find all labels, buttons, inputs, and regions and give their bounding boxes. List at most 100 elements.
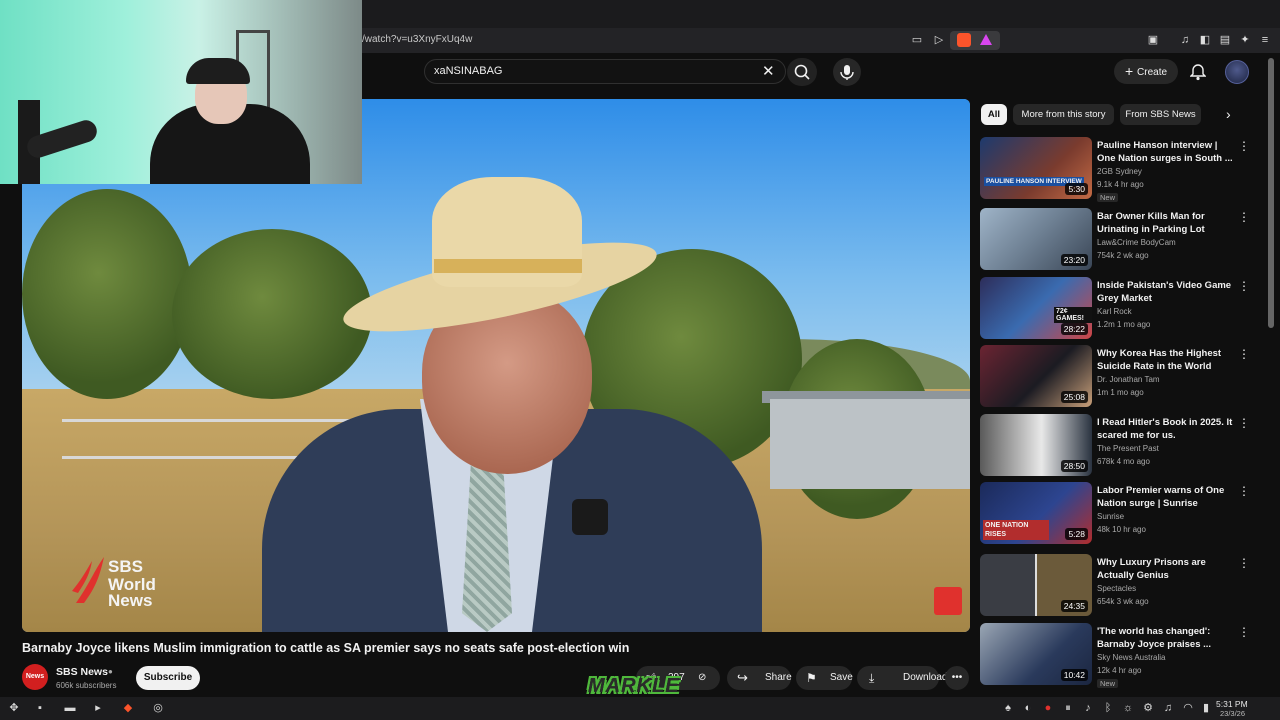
- sbs-logo-icon: [72, 557, 104, 603]
- recommendation-channel[interactable]: Karl Rock: [1097, 307, 1132, 316]
- recommendation-item[interactable]: 10:42 'The world has changed': Barnaby J…: [980, 623, 1265, 689]
- tray-wifi-icon[interactable]: ◠: [1180, 700, 1196, 716]
- video-thumbnail[interactable]: 25:08: [980, 345, 1092, 407]
- more-options-icon[interactable]: ⋮: [1238, 139, 1250, 153]
- tray-bluetooth-icon[interactable]: ᛒ: [1100, 700, 1116, 716]
- voice-search-button[interactable]: [833, 58, 861, 86]
- chip-more-from-story[interactable]: More from this story: [1013, 104, 1114, 125]
- video-thumbnail[interactable]: PAULINE HANSON INTERVIEW 5:30: [980, 137, 1092, 199]
- tray-settings-icon[interactable]: ⚙: [1140, 700, 1156, 716]
- video-duration: 25:08: [1060, 391, 1088, 403]
- more-options-icon[interactable]: ⋮: [1238, 210, 1250, 224]
- notifications-button[interactable]: [1189, 63, 1207, 86]
- recommendation-channel[interactable]: Law&Crime BodyCam: [1097, 238, 1176, 247]
- tray-steam-icon[interactable]: ◐: [1020, 700, 1036, 716]
- video-thumbnail[interactable]: 10:42: [980, 623, 1092, 685]
- verified-icon: ●: [108, 667, 113, 676]
- tray-record-icon[interactable]: ●: [1040, 700, 1056, 716]
- create-label: Create: [1137, 67, 1168, 78]
- launcher-icon[interactable]: ✥: [6, 700, 22, 716]
- channel-avatar[interactable]: News: [22, 664, 48, 690]
- lapel-microphone: [572, 499, 608, 535]
- video-thumbnail[interactable]: ONE NATION RISES 5:28: [980, 482, 1092, 544]
- play-icon[interactable]: ▷: [932, 33, 946, 47]
- video-thumbnail[interactable]: 24:35: [980, 554, 1092, 616]
- brave-rewards-icon[interactable]: [980, 34, 992, 45]
- bell-icon: [1189, 64, 1207, 81]
- video-thumbnail[interactable]: 23:20: [980, 208, 1092, 270]
- thumbs-down-icon[interactable]: ⊘: [698, 666, 706, 690]
- recommendation-channel[interactable]: Dr. Jonathan Tam: [1097, 375, 1160, 384]
- video-thumbnail[interactable]: 72¢ GAMES! 28:22: [980, 277, 1092, 339]
- tray-battery-icon[interactable]: ▮: [1198, 700, 1214, 716]
- wallet-icon[interactable]: ▤: [1218, 33, 1232, 47]
- brave-shield-icon[interactable]: [957, 33, 971, 47]
- subscribe-button[interactable]: Subscribe: [136, 666, 200, 690]
- video-duration: 28:22: [1060, 323, 1088, 335]
- recommendation-item[interactable]: 23:20 Bar Owner Kills Man for Urinating …: [980, 208, 1265, 274]
- create-button[interactable]: + Create: [1114, 59, 1178, 84]
- tray-app-icon[interactable]: ♠: [1000, 700, 1016, 716]
- tray-speaker-icon[interactable]: ♫: [1160, 700, 1176, 716]
- recommendation-item[interactable]: 24:35 Why Luxury Prisons are Actually Ge…: [980, 554, 1265, 620]
- cast-icon[interactable]: ▭: [910, 33, 924, 47]
- clear-search-icon[interactable]: ✕: [762, 62, 775, 80]
- recommendation-title[interactable]: Pauline Hanson interview | One Nation su…: [1097, 139, 1235, 165]
- obs-icon[interactable]: ◎: [150, 700, 166, 716]
- more-options-icon[interactable]: ⋮: [1238, 484, 1250, 498]
- tray-brightness-icon[interactable]: ☼: [1120, 700, 1136, 716]
- video-frame-tree: [22, 189, 192, 399]
- recommendation-title[interactable]: Bar Owner Kills Man for Urinating in Par…: [1097, 210, 1235, 236]
- leo-ai-icon[interactable]: ✦: [1238, 33, 1252, 47]
- recommendation-item[interactable]: 28:50 I Read Hitler's Book in 2025. It s…: [980, 414, 1265, 480]
- share-button[interactable]: ↪ Share: [727, 666, 792, 690]
- more-options-icon[interactable]: ⋮: [1238, 279, 1250, 293]
- save-button[interactable]: ⚑ Save: [796, 666, 853, 690]
- more-actions-button[interactable]: •••: [945, 666, 969, 690]
- more-options-icon[interactable]: ⋮: [1238, 625, 1250, 639]
- page-scrollbar[interactable]: [1268, 58, 1274, 328]
- terminal-icon[interactable]: ▬: [62, 700, 78, 716]
- recommendation-item[interactable]: 72¢ GAMES! 28:22 Inside Pakistan's Video…: [980, 277, 1265, 343]
- recommendation-channel[interactable]: Sunrise: [1097, 512, 1124, 521]
- download-button[interactable]: ⤓ Download: [857, 666, 947, 690]
- tray-pause-icon[interactable]: ⏸: [1060, 700, 1076, 716]
- recommendation-channel[interactable]: Sky News Australia: [1097, 653, 1165, 662]
- search-query[interactable]: xaNSINABAG: [434, 65, 502, 77]
- video-thumbnail[interactable]: 28:50: [980, 414, 1092, 476]
- search-button[interactable]: [787, 58, 817, 86]
- recommendation-channel[interactable]: 2GB Sydney: [1097, 167, 1142, 176]
- channel-name[interactable]: SBS News: [56, 666, 108, 678]
- tray-clock-time[interactable]: 5:31 PM: [1216, 699, 1248, 709]
- chip-from-sbs-news[interactable]: From SBS News: [1120, 104, 1201, 125]
- recommendation-item[interactable]: PAULINE HANSON INTERVIEW 5:30 Pauline Ha…: [980, 137, 1265, 203]
- recommendation-title[interactable]: Labor Premier warns of One Nation surge …: [1097, 484, 1235, 510]
- workspace-icon[interactable]: ▪: [32, 700, 48, 716]
- recommendation-title[interactable]: Why Korea Has the Highest Suicide Rate i…: [1097, 347, 1235, 373]
- recommendation-title[interactable]: I Read Hitler's Book in 2025. It scared …: [1097, 416, 1235, 442]
- recommendation-item[interactable]: ONE NATION RISES 5:28 Labor Premier warn…: [980, 482, 1265, 548]
- brave-browser-icon[interactable]: ◆: [120, 700, 136, 716]
- account-avatar[interactable]: [1225, 60, 1249, 84]
- sidebar-toggle-icon[interactable]: ▣: [1146, 33, 1160, 47]
- menu-icon[interactable]: ≡: [1258, 33, 1272, 47]
- more-options-icon[interactable]: ⋮: [1238, 556, 1250, 570]
- share-label: Share: [765, 672, 792, 683]
- recommendation-item[interactable]: 25:08 Why Korea Has the Highest Suicide …: [980, 345, 1265, 411]
- files-icon[interactable]: ▸: [90, 700, 106, 716]
- recommendation-meta: 754k 2 wk ago: [1097, 251, 1149, 260]
- url-text[interactable]: /watch?v=u3XnyFxUq4w: [362, 34, 472, 45]
- recommendation-title[interactable]: Why Luxury Prisons are Actually Genius: [1097, 556, 1235, 582]
- music-icon[interactable]: ♫: [1178, 33, 1192, 47]
- recommendation-channel[interactable]: Spectacles: [1097, 584, 1136, 593]
- recommendation-title[interactable]: 'The world has changed': Barnaby Joyce p…: [1097, 625, 1235, 651]
- tray-clock-date[interactable]: 23/3/26: [1220, 709, 1245, 718]
- chip-all[interactable]: All: [981, 104, 1007, 125]
- more-options-icon[interactable]: ⋮: [1238, 347, 1250, 361]
- recommendation-channel[interactable]: The Present Past: [1097, 444, 1159, 453]
- chevron-right-icon[interactable]: ›: [1226, 106, 1231, 122]
- more-options-icon[interactable]: ⋮: [1238, 416, 1250, 430]
- reader-icon[interactable]: ◧: [1198, 33, 1212, 47]
- recommendation-title[interactable]: Inside Pakistan's Video Game Grey Market: [1097, 279, 1235, 305]
- tray-volume-icon[interactable]: ♪: [1080, 700, 1096, 716]
